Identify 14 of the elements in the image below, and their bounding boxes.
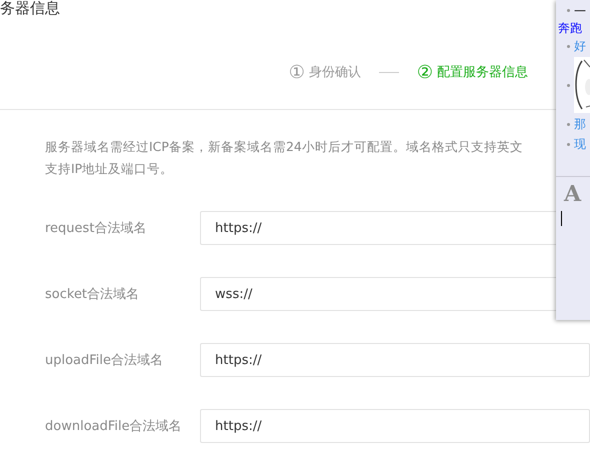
input-field[interactable]: https:// (200, 343, 590, 377)
page-title: 务器信息 (0, 0, 60, 17)
step: ② 配置服务器信息 (416, 62, 528, 82)
field-label: uploadFile合法域名 (44, 352, 164, 369)
text-cursor (561, 211, 562, 226)
notice-text: 服务器域名需经过ICP备案，新备案域名需24小时后才可配置。域名格式只支持英文 (45, 138, 524, 156)
link-text[interactable]: 奔跑 (558, 21, 582, 35)
notice-text: 支持IP地址及端口号。 (45, 160, 174, 178)
input-field[interactable]: https:// (200, 409, 590, 443)
step: ① 身份确认 (288, 62, 361, 82)
field-label: downloadFile合法域名 (44, 418, 183, 435)
field-label: socket合法域名 (44, 286, 140, 303)
field-label: request合法域名 (44, 220, 148, 237)
list-item-text[interactable]: — (574, 3, 586, 17)
